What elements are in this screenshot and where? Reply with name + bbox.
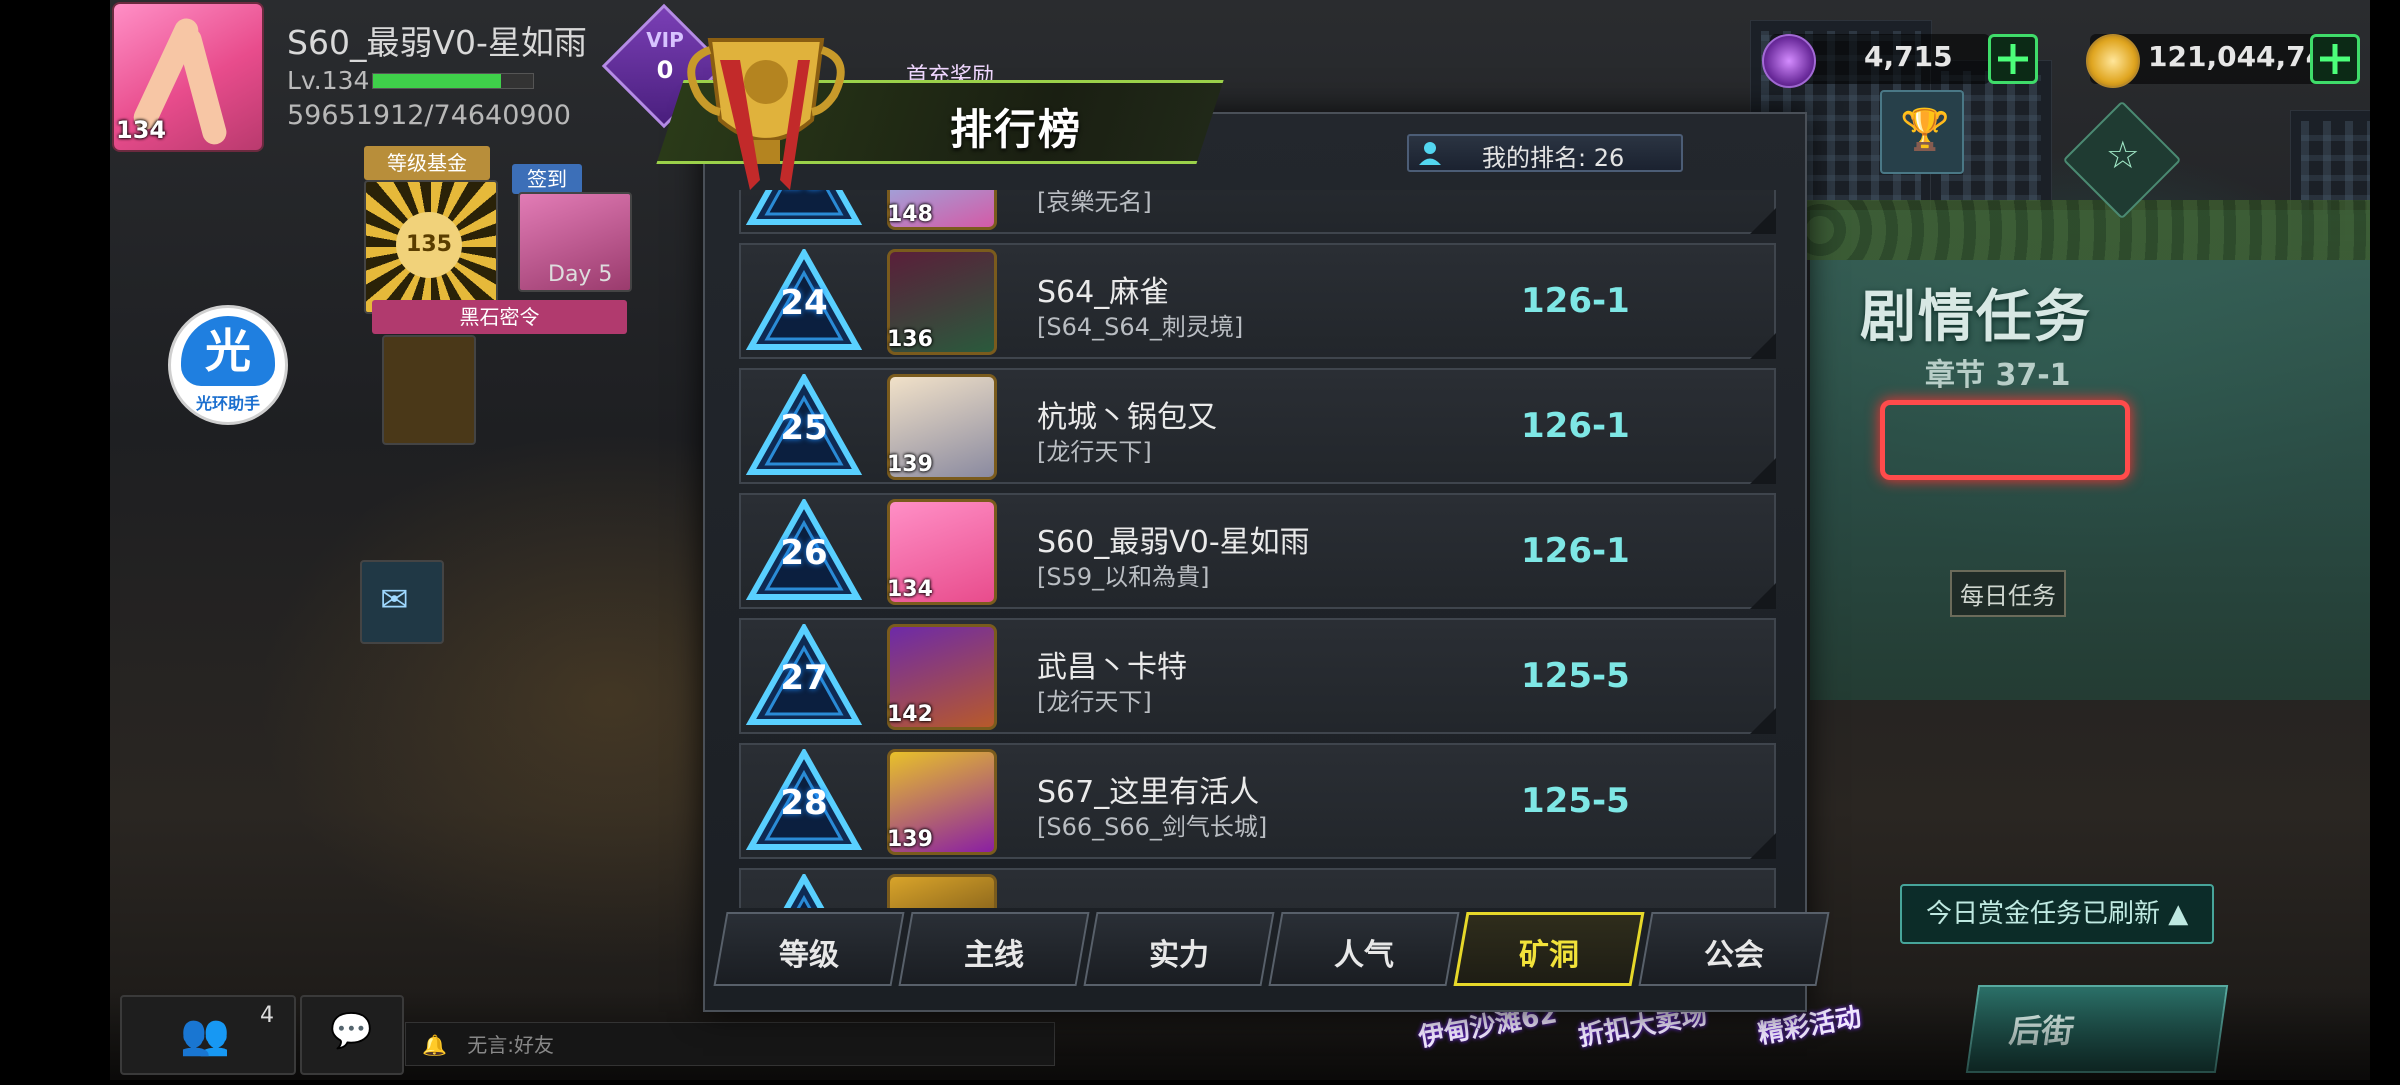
black-stone-button[interactable] (382, 335, 476, 445)
neon-arrow-sign (1880, 400, 2130, 480)
ranking-tab-label: 矿洞 (1519, 938, 1579, 973)
rank-number: 25 (780, 408, 828, 448)
chat-bubble-icon: 💬 (330, 1011, 373, 1051)
chat-message-bar[interactable]: 🔔 无言:好友 (405, 1022, 1055, 1066)
ranking-list[interactable]: 23 148 [哀樂无名] 126-2 24 136 S64_麻雀 [S64_S64_刺灵境]… (735, 190, 1780, 908)
player-name: S60_最弱V0-星如雨 (287, 23, 587, 62)
level-fund-button[interactable]: 135 (364, 180, 498, 314)
row-avatar-level: 136 (887, 327, 933, 352)
trophy-icon: 🏆 (1900, 107, 1950, 153)
row-score: 126-1 (1521, 406, 1630, 446)
helper-label: 光环助手 (195, 394, 260, 413)
helper-icon: 光 (181, 316, 275, 386)
row-guild-name: [龙行天下] (1037, 438, 1152, 466)
row-guild-name: [龙行天下] (1037, 688, 1152, 716)
row-score: 125-5 (1521, 781, 1630, 821)
row-guild-name: [S64_S64_刺灵境] (1037, 313, 1244, 341)
star-icon: ☆ (2105, 133, 2140, 178)
chat-button[interactable]: 💬 (300, 995, 404, 1075)
rank-number: 23 (745, 190, 863, 198)
bounty-refresh-notice[interactable]: 今日赏金任务已刷新 ▲ (1900, 884, 2215, 944)
ranking-tab-label: 人气 (1334, 938, 1394, 973)
player-level: Lv.134 (287, 66, 370, 95)
gems-amount: 4,715 (1864, 40, 1953, 73)
row-avatar-level: 134 (887, 577, 933, 602)
gem-icon (1762, 34, 1816, 88)
level-fund-tag: 等级基金 (364, 146, 490, 180)
row-guild-name: [S59_以和為貴] (1037, 563, 1210, 591)
trophy-shortcut[interactable]: 🏆 (1880, 90, 1964, 174)
row-player-name: S60_最弱V0-星如雨 (1037, 525, 1310, 560)
user-icon (1419, 142, 1441, 165)
row-score: 126-1 (1521, 281, 1630, 321)
ranking-row[interactable]: 28 139 S67_这里有活人 [S66_S66_剑气长城] 125-5 (739, 743, 1776, 859)
story-mission-title[interactable]: 剧情任务 (1860, 272, 2092, 353)
row-avatar-level: 139 (887, 827, 933, 852)
row-avatar-level: 142 (887, 702, 933, 727)
level-fund-value: 135 (396, 212, 462, 278)
player-level-badge: 134 (116, 116, 167, 144)
chat-preview: 无言:好友 (467, 1033, 555, 1057)
mail-icon: ✉ (380, 580, 409, 620)
rank-number: 24 (780, 283, 828, 323)
row-player-name: S64_麻雀 (1037, 275, 1170, 310)
bell-icon: 🔔 (422, 1033, 447, 1057)
row-avatar-level: 148 (887, 202, 933, 227)
friends-icon: 👥 (180, 1012, 230, 1058)
ranking-row[interactable]: 27 142 武昌丶卡特 [龙行天下] 125-5 (739, 618, 1776, 734)
row-avatar-level: 139 (887, 452, 933, 477)
rank-number: 26 (780, 533, 828, 573)
rank-emblem-icon (783, 874, 825, 908)
avatar-art (174, 24, 230, 148)
row-score: 125-5 (1521, 656, 1630, 696)
friends-button[interactable]: 👥 4 (120, 995, 296, 1075)
row-player-name: S67_这里有活人 (1037, 775, 1260, 810)
trophy-icon (687, 38, 845, 190)
rank-number: 28 (780, 783, 828, 823)
ranking-tabs: 等级 主线 实力 人气 矿洞 公会 (713, 912, 1845, 986)
row-player-name: 杭城丶锅包又 (1037, 400, 1217, 435)
add-gold-button[interactable] (2310, 34, 2360, 84)
player-xp: 59651912/74640900 (287, 100, 571, 131)
ranking-title: 排行榜 (950, 105, 1083, 154)
ranking-tab-label: 主线 (964, 938, 1024, 973)
row-guild-name: [S66_S66_剑气长城] (1037, 813, 1268, 841)
signin-tag: 签到 (512, 164, 582, 194)
row-player-name: 武昌丶卡特 (1037, 650, 1187, 685)
helper-button[interactable]: 光 光环助手 (168, 305, 288, 425)
foliage (1800, 200, 2370, 260)
friends-count: 4 (260, 1003, 274, 1028)
ranking-row[interactable]: 25 139 杭城丶锅包又 [龙行天下] 126-1 (739, 368, 1776, 484)
row-guild-name: [哀樂无名] (1037, 190, 1152, 216)
story-chapter: 章节 37-1 (1925, 358, 2071, 393)
xp-bar (372, 73, 534, 89)
add-gems-button[interactable] (1988, 34, 2038, 84)
ranking-tab-label: 实力 (1149, 938, 1209, 973)
signin-day: Day 5 (548, 262, 613, 287)
ranking-tab-label: 等级 (779, 938, 839, 973)
rank-number: 27 (780, 658, 828, 698)
ranking-tab-label: 公会 (1704, 938, 1764, 973)
gold-coin-icon (2086, 34, 2140, 88)
xp-bar-fill (373, 74, 501, 88)
row-score: 126-2 (1521, 190, 1681, 196)
mail-button[interactable]: ✉ (360, 560, 444, 644)
black-stone-tag: 黑石密令 (372, 300, 627, 334)
my-rank-label: 我的排名: 26 (1482, 144, 1625, 172)
ranking-row[interactable]: 23 148 [哀樂无名] 126-2 (739, 190, 1776, 234)
ranking-row[interactable]: 24 136 S64_麻雀 [S64_S64_刺灵境] 126-1 (739, 243, 1776, 359)
row-score: 126-1 (1521, 531, 1630, 571)
row-avatar[interactable] (887, 874, 997, 908)
daily-task-button[interactable]: 每日任务 (1950, 570, 2066, 617)
ranking-row[interactable]: 29 (739, 868, 1776, 908)
ranking-row[interactable]: 26 134 S60_最弱V0-星如雨 [S59_以和為貴] 126-1 (739, 493, 1776, 609)
